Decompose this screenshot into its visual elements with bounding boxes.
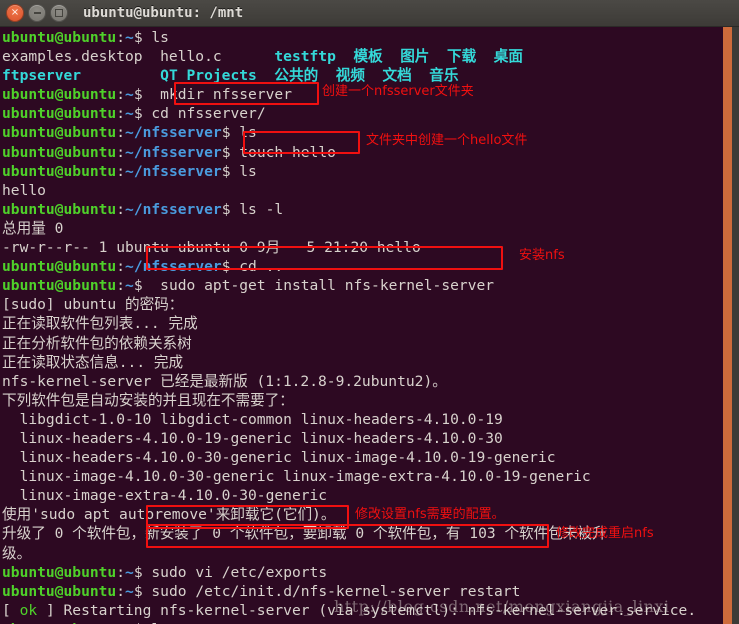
minimize-icon[interactable]: [28, 4, 46, 22]
terminal-line: ubuntu@ubuntu:~/nfsserver$ ls: [2, 124, 257, 142]
watermark: http://blog.csdn.net/mengxiangjia_linxi: [334, 597, 670, 616]
terminal-line: linux-image-extra-4.10.0-30-generic: [2, 487, 328, 505]
terminal-line: 总用量 0: [2, 219, 64, 237]
terminal-line: 正在读取状态信息... 完成: [2, 353, 184, 371]
sudo-vi-exports-note: 修改设置nfs需要的配置。: [355, 507, 505, 522]
terminal-line: ubuntu@ubuntu:~$ ls: [2, 620, 723, 624]
maximize-icon[interactable]: [50, 4, 68, 22]
terminal-line: libgdict-1.0-10 libgdict-common linux-he…: [2, 410, 503, 428]
terminal-line: linux-headers-4.10.0-30-generic linux-im…: [2, 449, 556, 467]
terminal-line: ubuntu@ubuntu:~/nfsserver$ ls: [2, 162, 257, 180]
restart-nfs-note: 修改完成重启nfs: [556, 526, 654, 541]
touch-hello-note: 文件夹中创建一个hello文件: [366, 133, 528, 148]
terminal-line: 下列软件包是自动安装的并且现在不需要了：: [2, 391, 294, 409]
terminal-line: ubuntu@ubuntu:~$ cd nfsserver/: [2, 105, 266, 123]
window-right-edge: [732, 27, 739, 624]
terminal-line: nfs-kernel-server 已经是最新版 (1:1.2.8-9.2ubu…: [2, 372, 447, 390]
terminal-line: linux-headers-4.10.0-19-generic linux-he…: [2, 429, 503, 447]
terminal-line: ubuntu@ubuntu:~/nfsserver$ cd ..: [2, 258, 284, 276]
window-title: ubuntu@ubuntu: /mnt: [83, 5, 244, 21]
terminal-line: ftpserver QT Projects 公共的 视频 文档 音乐: [2, 67, 459, 85]
terminal-line: 级。: [2, 544, 32, 562]
terminal-line: [sudo] ubuntu 的密码：: [2, 296, 184, 314]
terminal-line: 正在读取软件包列表... 完成: [2, 315, 198, 333]
terminal-window: × ubuntu@ubuntu: /mnt ubuntu@ubuntu:~$ l…: [0, 0, 739, 624]
terminal-line: ubuntu@ubuntu:~$ sudo vi /etc/exports: [2, 563, 328, 581]
window-titlebar: × ubuntu@ubuntu: /mnt: [0, 0, 739, 27]
terminal-line: ubuntu@ubuntu:~/nfsserver$ ls -l: [2, 200, 284, 218]
apt-get-install-note: 安装nfs: [519, 248, 565, 263]
terminal-line: ubuntu@ubuntu:~$ ls: [2, 29, 169, 46]
terminal-line: hello: [2, 181, 46, 199]
window-controls: ×: [0, 4, 68, 22]
close-icon[interactable]: ×: [6, 4, 24, 22]
terminal-line: examples.desktop hello.c testftp 模板 图片 下…: [2, 48, 523, 66]
scrollbar-thumb[interactable]: [723, 27, 732, 624]
terminal-line: -rw-r--r-- 1 ubuntu ubuntu 0 9月 5 21:20 …: [2, 239, 421, 257]
terminal-scrollbar[interactable]: [723, 27, 732, 624]
terminal-line: ubuntu@ubuntu:~$ sudo apt-get install nf…: [2, 277, 495, 295]
mkdir-nfsserver-note: 创建一个nfsserver文件夹: [322, 84, 474, 99]
terminal-line: ubuntu@ubuntu:~/nfsserver$ touch hello: [2, 143, 336, 161]
terminal-line: linux-image-4.10.0-30-generic linux-imag…: [2, 468, 591, 486]
terminal-line: 正在分析软件包的依赖关系树: [2, 334, 192, 352]
